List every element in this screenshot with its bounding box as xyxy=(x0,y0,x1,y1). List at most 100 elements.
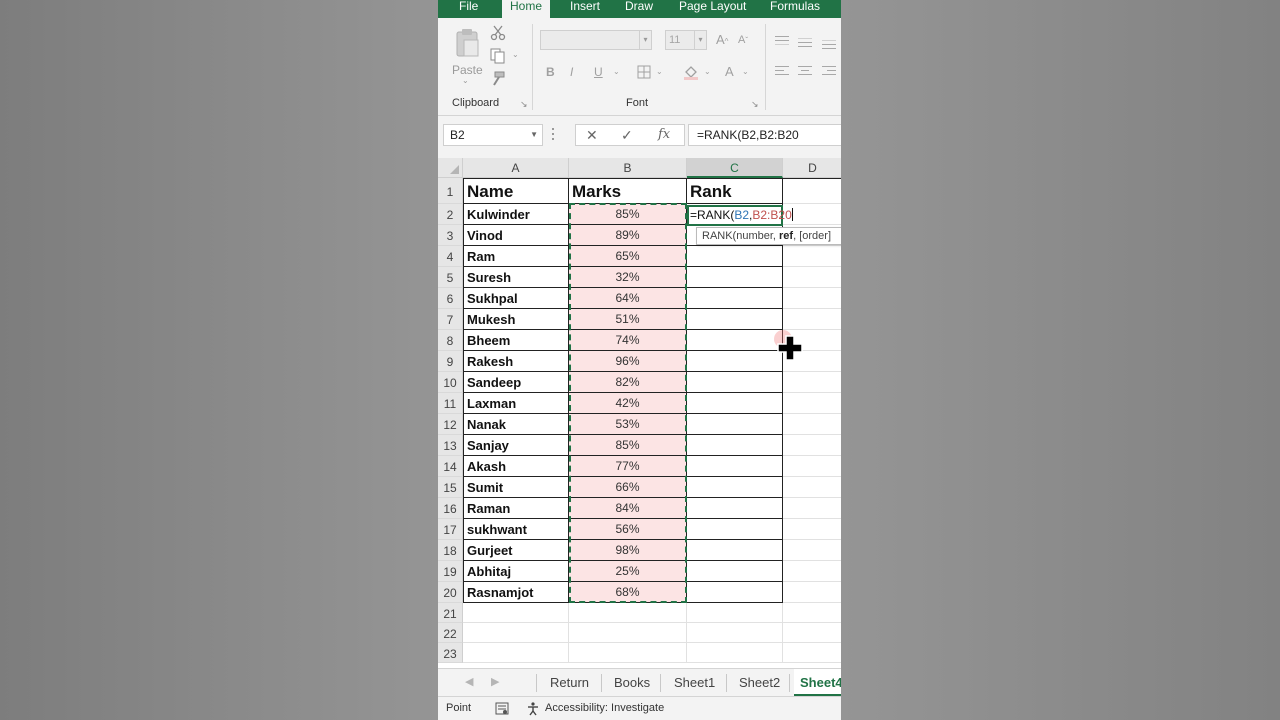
cell-rank[interactable] xyxy=(687,330,783,351)
borders-icon[interactable] xyxy=(637,65,651,79)
cell-name[interactable]: Suresh xyxy=(463,267,569,288)
align-center-icon[interactable] xyxy=(798,66,812,78)
cell-marks[interactable]: 25% xyxy=(569,561,687,582)
paste-label[interactable]: Paste xyxy=(452,63,483,77)
align-middle-icon[interactable] xyxy=(798,38,812,48)
underline-button[interactable]: U xyxy=(594,65,603,79)
row-header[interactable]: 20 xyxy=(438,582,463,603)
cell[interactable] xyxy=(783,623,841,643)
cell-marks[interactable]: 66% xyxy=(569,477,687,498)
cell[interactable] xyxy=(783,309,841,330)
cell-name[interactable]: Laxman xyxy=(463,393,569,414)
cell[interactable] xyxy=(783,178,841,204)
cell-marks[interactable]: 42% xyxy=(569,393,687,414)
cell-marks[interactable]: 64% xyxy=(569,288,687,309)
cell-rank[interactable] xyxy=(687,603,783,623)
column-header-d[interactable]: D xyxy=(783,158,841,178)
cell[interactable] xyxy=(569,623,687,643)
row-header[interactable]: 17 xyxy=(438,519,463,540)
cell-name[interactable]: Nanak xyxy=(463,414,569,435)
cell-marks[interactable]: 96% xyxy=(569,351,687,372)
cell[interactable] xyxy=(783,477,841,498)
cell[interactable] xyxy=(783,540,841,561)
align-bottom-icon[interactable] xyxy=(822,40,836,50)
row-header[interactable]: 18 xyxy=(438,540,463,561)
cell-rank[interactable] xyxy=(687,414,783,435)
row-header[interactable]: 8 xyxy=(438,330,463,351)
align-left-icon[interactable] xyxy=(775,66,789,78)
row-header[interactable]: 12 xyxy=(438,414,463,435)
sheet-tab-books[interactable]: Books xyxy=(608,669,656,696)
scroll-tabs-left-icon[interactable]: ◀ xyxy=(465,675,473,688)
row-header[interactable]: 16 xyxy=(438,498,463,519)
font-color-dropdown-icon[interactable]: ⌄ xyxy=(742,67,749,76)
cell-marks[interactable]: 56% xyxy=(569,519,687,540)
cell[interactable] xyxy=(463,623,569,643)
cell-marks[interactable]: 82% xyxy=(569,372,687,393)
cell-name[interactable]: Akash xyxy=(463,456,569,477)
italic-button[interactable]: I xyxy=(570,65,573,79)
cell[interactable] xyxy=(783,498,841,519)
macro-record-icon[interactable] xyxy=(495,702,509,715)
cell-marks[interactable]: 51% xyxy=(569,309,687,330)
fill-color-icon[interactable] xyxy=(683,64,699,80)
cell-marks[interactable]: 32% xyxy=(569,267,687,288)
font-color-button[interactable]: A xyxy=(725,64,734,79)
cell[interactable] xyxy=(783,456,841,477)
cell-name[interactable]: Vinod xyxy=(463,225,569,246)
row-header[interactable]: 14 xyxy=(438,456,463,477)
cell-rank[interactable] xyxy=(687,582,783,603)
cell-name[interactable]: Sanjay xyxy=(463,435,569,456)
cell-name[interactable]: Abhitaj xyxy=(463,561,569,582)
row-header[interactable]: 11 xyxy=(438,393,463,414)
row-header[interactable]: 3 xyxy=(438,225,463,246)
select-all-corner[interactable] xyxy=(438,158,463,178)
cell[interactable] xyxy=(783,643,841,663)
cell[interactable] xyxy=(783,246,841,267)
cell-rank[interactable] xyxy=(687,435,783,456)
cell-marks[interactable]: 77% xyxy=(569,456,687,477)
cell-name[interactable]: Sumit xyxy=(463,477,569,498)
sheet-tab-return[interactable]: Return xyxy=(544,669,595,696)
formula-input[interactable]: =RANK(B2,B2:B20 xyxy=(688,124,841,146)
paste-icon[interactable] xyxy=(454,28,480,58)
align-right-icon[interactable] xyxy=(822,66,836,78)
font-name-select[interactable]: ▾ xyxy=(540,30,652,50)
borders-dropdown-icon[interactable]: ⌄ xyxy=(656,67,663,76)
cell-rank[interactable] xyxy=(687,643,783,663)
row-header[interactable]: 2 xyxy=(438,204,463,225)
cell-name[interactable]: Rasnamjot xyxy=(463,582,569,603)
cell-rank[interactable] xyxy=(687,246,783,267)
sheet-tab-sheet1[interactable]: Sheet1 xyxy=(668,669,721,696)
tab-home[interactable]: Home xyxy=(502,0,550,18)
accessibility-icon[interactable] xyxy=(526,701,541,716)
header-marks[interactable]: Marks xyxy=(569,178,687,204)
cell-rank[interactable] xyxy=(687,623,783,643)
tab-draw[interactable]: Draw xyxy=(622,0,656,18)
cell-marks[interactable]: 89% xyxy=(569,225,687,246)
cell-rank[interactable] xyxy=(687,393,783,414)
sheet-tab-sheet2[interactable]: Sheet2 xyxy=(733,669,786,696)
cell-name[interactable]: Mukesh xyxy=(463,309,569,330)
cell-rank[interactable] xyxy=(687,561,783,582)
scroll-tabs-right-icon[interactable]: ▶ xyxy=(491,675,499,688)
cell[interactable] xyxy=(783,372,841,393)
tab-page-layout[interactable]: Page Layout xyxy=(676,0,749,18)
row-header[interactable]: 10 xyxy=(438,372,463,393)
row-header[interactable]: 19 xyxy=(438,561,463,582)
cell[interactable] xyxy=(783,519,841,540)
increase-font-size-icon[interactable]: A^ xyxy=(716,32,728,47)
cell-marks[interactable]: 98% xyxy=(569,540,687,561)
cell[interactable] xyxy=(463,603,569,623)
header-rank[interactable]: Rank xyxy=(687,178,783,204)
cell-marks[interactable]: 85% xyxy=(569,204,687,225)
row-header[interactable]: 23 xyxy=(438,643,463,663)
row-header[interactable]: 7 xyxy=(438,309,463,330)
cut-icon[interactable] xyxy=(490,25,506,41)
tab-file[interactable]: File xyxy=(456,0,481,18)
cell[interactable] xyxy=(463,643,569,663)
row-header[interactable]: 9 xyxy=(438,351,463,372)
cell-rank[interactable] xyxy=(687,267,783,288)
row-header[interactable]: 4 xyxy=(438,246,463,267)
cell-name[interactable]: Sandeep xyxy=(463,372,569,393)
